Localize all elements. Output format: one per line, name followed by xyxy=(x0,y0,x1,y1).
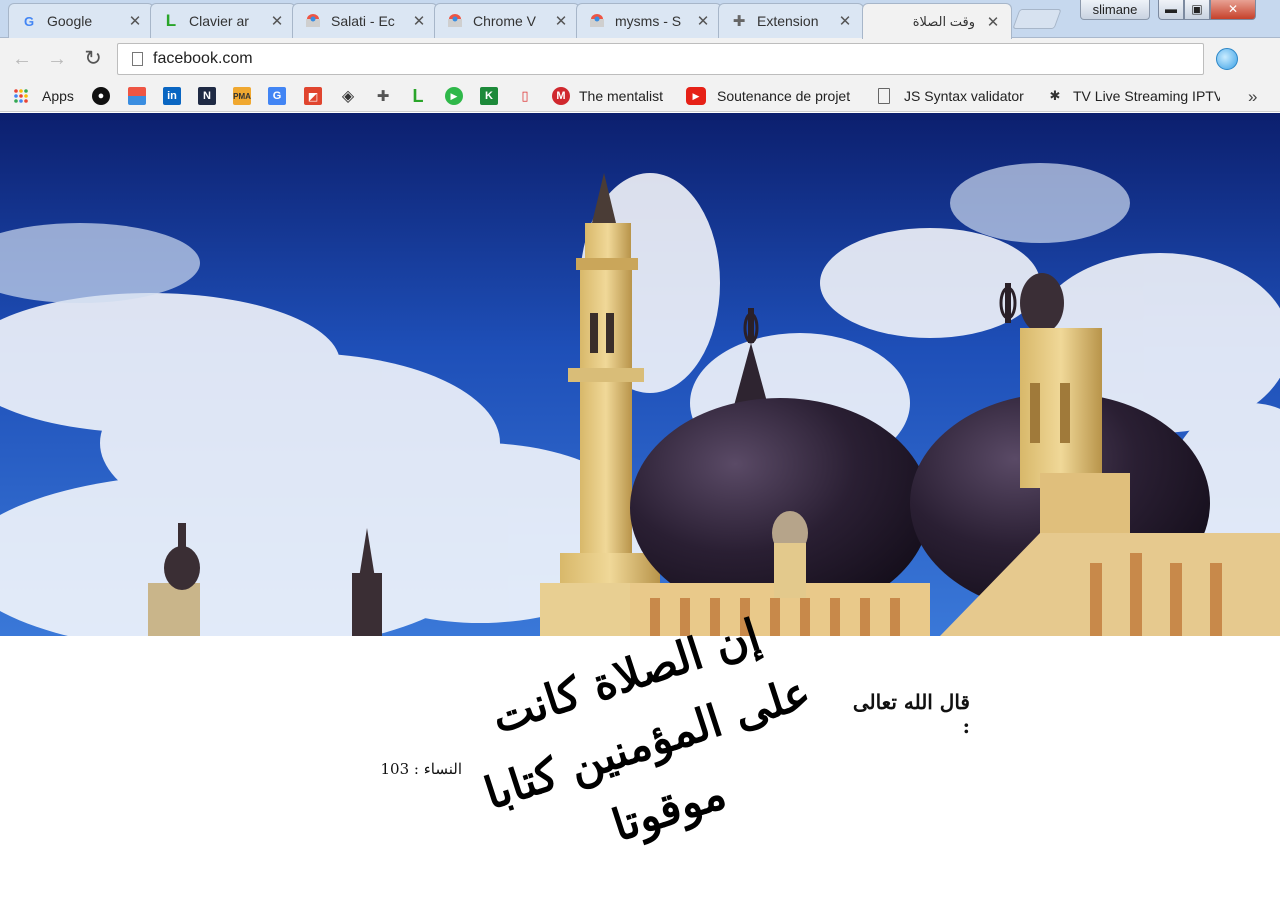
tab-close-icon[interactable]: ✕ xyxy=(269,12,285,30)
bookmark-soutenance[interactable]: ▶ Soutenance de projet xyxy=(686,85,858,107)
tab-title: mysms - S xyxy=(615,13,682,29)
bookmarks-overflow-button[interactable]: » xyxy=(1248,87,1257,107)
youtube-icon: ▶ xyxy=(686,87,706,105)
red-app-icon: ◩ xyxy=(304,87,322,105)
tab-clavier-arabe[interactable]: L Clavier ar ✕ xyxy=(150,3,296,38)
bookmark-label: The mentalist xyxy=(579,88,664,104)
bookmark-n[interactable]: N xyxy=(198,85,216,107)
bookmark-phone[interactable]: ▯ xyxy=(516,85,534,107)
tab-mysms[interactable]: mysms - S ✕ xyxy=(576,3,722,38)
bookmark-label: Soutenance de projet xyxy=(717,88,851,104)
bug-icon: ✱ xyxy=(1049,88,1061,103)
address-bar[interactable]: facebook.com xyxy=(117,43,1204,75)
chrome-webstore-icon xyxy=(589,13,605,29)
puzzle-icon: ✚ xyxy=(732,13,746,30)
page-icon xyxy=(132,52,143,66)
chrome-webstore-icon xyxy=(447,13,463,29)
bookmark-the-mentalist[interactable]: M The mentalist xyxy=(552,85,663,107)
tab-close-icon[interactable]: ✕ xyxy=(695,12,711,30)
bookmark-extension[interactable]: ✚ xyxy=(374,85,392,107)
phone-icon: ▯ xyxy=(521,88,529,103)
tab-title: Clavier ar xyxy=(189,13,249,29)
bookmarks-bar: Apps ● in N PMA G ◩ ◈ ✚ L ▶ K ▯ M The me… xyxy=(0,80,1280,112)
tab-extensions[interactable]: ✚ Extension ✕ xyxy=(718,3,864,38)
bookmark-k[interactable]: K xyxy=(480,85,498,107)
diamond-icon: ◈ xyxy=(341,88,355,105)
apps-grid-icon xyxy=(12,87,30,105)
page-icon xyxy=(878,88,890,104)
extension-icon[interactable] xyxy=(1216,48,1238,70)
bookmark-github[interactable]: ● xyxy=(92,85,110,107)
tab-salati[interactable]: Salati - Ec ✕ xyxy=(292,3,438,38)
bookmark-label: TV Live Streaming IPTV xyxy=(1073,88,1220,104)
browser-toolbar: ← → ↻ facebook.com xyxy=(0,38,1280,80)
google-icon: G xyxy=(23,13,35,29)
maximize-button[interactable]: ▣ xyxy=(1184,0,1210,20)
tab-close-icon[interactable]: ✕ xyxy=(127,12,143,30)
tab-strip: G Google ✕ L Clavier ar ✕ Salati - Ec ✕ … xyxy=(0,0,1280,39)
reload-button[interactable]: ↻ xyxy=(81,47,105,71)
tab-title: Chrome V xyxy=(473,13,537,29)
forward-button[interactable]: → xyxy=(45,47,69,71)
google-translate-icon: G xyxy=(268,87,286,105)
bookmark-label: JS Syntax validator xyxy=(904,88,1024,104)
bookmark-tv-live[interactable]: ✱ TV Live Streaming IPTV xyxy=(1046,85,1220,107)
puzzle-icon: ✚ xyxy=(376,88,390,105)
tab-title: Google xyxy=(47,13,93,29)
tab-title: Salati - Ec xyxy=(331,13,395,29)
bookmark-red-app[interactable]: ◩ xyxy=(304,85,322,107)
tab-close-icon[interactable]: ✕ xyxy=(985,13,1001,31)
m-red-icon: M xyxy=(552,87,570,105)
bookmark-label: Apps xyxy=(42,88,74,104)
k-logo-icon: K xyxy=(480,87,498,105)
tab-close-icon[interactable]: ✕ xyxy=(553,12,569,30)
lexilogos-icon: L xyxy=(165,11,177,30)
lexilogos-icon: L xyxy=(412,85,424,106)
tab-title: وقت الصلاة xyxy=(912,13,975,29)
tab-prayer-time[interactable]: وقت الصلاة ✕ xyxy=(862,3,1012,39)
bookmark-pma[interactable]: PMA xyxy=(233,85,251,107)
github-icon: ● xyxy=(92,87,110,105)
tab-google[interactable]: G Google ✕ xyxy=(8,3,154,38)
verse-intro: قال الله تعالى : xyxy=(852,690,970,738)
bookmark-apps[interactable]: Apps xyxy=(12,85,74,107)
bookmark-lexilogos[interactable]: L xyxy=(409,85,427,107)
url-text[interactable]: facebook.com xyxy=(153,50,253,68)
new-tab-button[interactable] xyxy=(1012,9,1062,29)
tab-close-icon[interactable]: ✕ xyxy=(411,12,427,30)
close-window-button[interactable]: ✕ xyxy=(1210,0,1256,20)
profile-button[interactable]: slimane xyxy=(1080,0,1150,20)
bookmark-webstore[interactable] xyxy=(128,85,146,107)
mosque-hero-image xyxy=(0,113,1280,636)
n-logo-icon: N xyxy=(198,87,216,105)
bookmark-translate[interactable]: G xyxy=(268,85,286,107)
linkedin-icon: in xyxy=(163,87,181,105)
tab-title: Extension xyxy=(757,13,819,29)
chrome-webstore-icon xyxy=(128,87,146,105)
bookmark-play[interactable]: ▶ xyxy=(445,85,463,107)
tab-close-icon[interactable]: ✕ xyxy=(837,12,853,30)
back-button[interactable]: ← xyxy=(10,47,34,71)
bookmark-js-syntax[interactable]: JS Syntax validator xyxy=(878,85,1024,107)
play-circle-icon: ▶ xyxy=(445,87,463,105)
verse-reference: النساء : 103 xyxy=(380,760,463,778)
tab-chrome-webstore[interactable]: Chrome V ✕ xyxy=(434,3,580,38)
chrome-webstore-icon xyxy=(305,13,321,29)
minimize-button[interactable]: ▬ xyxy=(1158,0,1184,20)
bookmark-diamond[interactable]: ◈ xyxy=(339,85,357,107)
bookmark-linkedin[interactable]: in xyxy=(163,85,181,107)
pma-icon: PMA xyxy=(233,87,251,105)
